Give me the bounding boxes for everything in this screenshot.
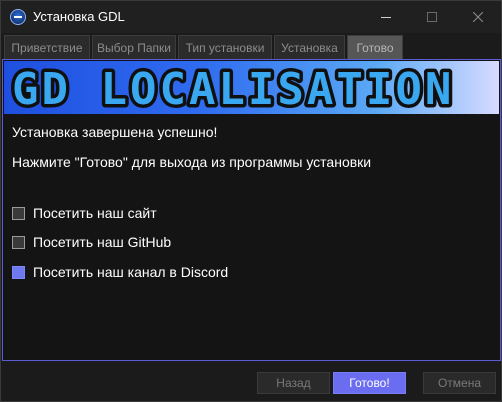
- svg-text:GD LOCALISATION: GD LOCALISATION: [12, 64, 454, 113]
- tab-done[interactable]: Готово: [347, 35, 403, 59]
- visit-site-label: Посетить наш сайт: [33, 205, 157, 221]
- visit-discord-checkbox[interactable]: Посетить наш канал в Discord: [12, 263, 228, 281]
- checkbox-box-checked[interactable]: [12, 265, 25, 279]
- minimize-icon: [381, 16, 391, 18]
- tab-install[interactable]: Установка: [274, 35, 345, 59]
- logo-banner: GD LOCALISATION GD LOCALISATION: [4, 61, 499, 114]
- gd-localisation-logo: GD LOCALISATION GD LOCALISATION: [9, 63, 455, 113]
- content-panel: GD LOCALISATION GD LOCALISATION Установк…: [2, 59, 501, 361]
- window-title: Установка GDL: [33, 9, 125, 24]
- cancel-button[interactable]: Отмена: [423, 372, 496, 394]
- tab-welcome[interactable]: Приветствие: [4, 35, 90, 59]
- minimize-button[interactable]: [363, 1, 409, 33]
- instruction-text: Нажмите "Готово" для выхода из программы…: [12, 154, 372, 170]
- success-message: Установка завершена успешно!: [12, 124, 218, 140]
- visit-discord-label: Посетить наш канал в Discord: [33, 264, 229, 280]
- checkbox-box[interactable]: [12, 206, 25, 220]
- back-button[interactable]: Назад: [257, 372, 330, 394]
- tab-install-type[interactable]: Тип установки: [178, 35, 272, 59]
- tab-bar: Приветствие Выбор Папки Тип установки Ус…: [1, 33, 501, 59]
- checkbox-box[interactable]: [12, 235, 25, 249]
- visit-github-checkbox[interactable]: Посетить наш GitHub: [12, 233, 171, 251]
- visit-site-checkbox[interactable]: Посетить наш сайт: [12, 204, 157, 222]
- installer-window: Установка GDL Приветствие Выбор Папки Ти…: [0, 0, 502, 402]
- maximize-icon: [427, 12, 437, 22]
- maximize-button[interactable]: [409, 1, 455, 33]
- close-icon: [473, 12, 483, 22]
- app-icon: [10, 9, 26, 25]
- visit-github-label: Посетить наш GitHub: [33, 234, 172, 250]
- done-button[interactable]: Готово!: [333, 372, 406, 394]
- tab-choose-folder[interactable]: Выбор Папки: [92, 35, 176, 59]
- title-bar: Установка GDL: [1, 1, 501, 33]
- close-button[interactable]: [455, 1, 501, 33]
